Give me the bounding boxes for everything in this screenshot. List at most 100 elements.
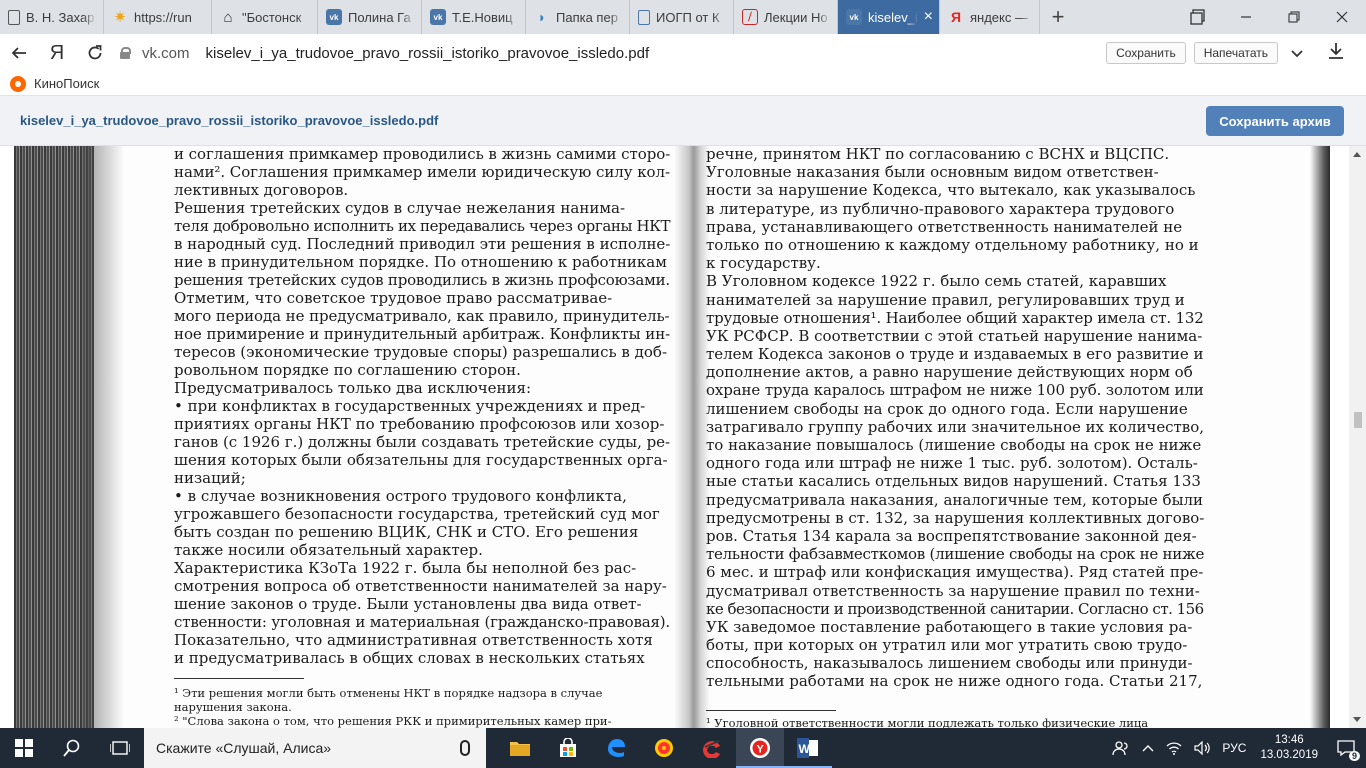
text-line: нанимателей за нарушение правил, регулир…	[706, 290, 1185, 309]
tab-10[interactable]: Яяндекс —	[940, 0, 1040, 34]
scroll-thumb[interactable]	[1354, 412, 1362, 428]
text-line: боты, при которых он утратил или мог утр…	[706, 636, 1188, 655]
yandex-browser-icon: Y	[750, 738, 770, 758]
text-line: лишением свободы на срок до одного года.…	[706, 399, 1188, 418]
tab-7[interactable]: ИОГП от К	[630, 0, 734, 34]
text-line: нами². Соглашения примкамер имели юридич…	[174, 163, 671, 181]
tab-strip: В. Н. Захар ✷ https://run ⌂ "Бостонск vk Полин…	[0, 0, 1366, 34]
notification-center-button[interactable]: 9	[1326, 728, 1366, 768]
pdf-viewer[interactable]: и соглашения примкамер проводились в жиз…	[0, 146, 1366, 728]
address-field[interactable]: vk.com kiselev_i_ya_trudovoe_pravo_rossi…	[120, 45, 649, 62]
right-page-text: речне, принятом НКТ по согласованию с ВС…	[706, 146, 1204, 691]
tabs-overview-icon[interactable]	[1174, 0, 1222, 34]
text-line: В Уголовном кодексе 1922 г. было семь ст…	[706, 272, 1167, 291]
network-icon[interactable]	[1160, 728, 1188, 768]
minimize-icon[interactable]	[1222, 0, 1270, 34]
taskbar-ccleaner[interactable]	[688, 728, 736, 768]
reload-button[interactable]	[76, 34, 114, 72]
vertical-scrollbar[interactable]	[1349, 146, 1366, 728]
windows-logo-icon	[15, 739, 33, 757]
print-button[interactable]: Напечатать	[1193, 42, 1278, 64]
text-line: права, устанавливающего ответственность …	[706, 217, 1183, 236]
tab-close-icon[interactable]: ×	[924, 8, 933, 26]
tab-title: ИОГП от К	[656, 9, 720, 25]
folder-icon	[510, 742, 530, 756]
text-line: способность, наказывалось лишением свобо…	[706, 654, 1193, 673]
tab-9[interactable]: vk kiselev_i ×	[838, 0, 940, 34]
text-line: и предусматривалась в общих словах в нес…	[174, 649, 645, 667]
text-line: ¹ Эти решения могли быть отменены НКТ в …	[174, 686, 603, 700]
language-indicator[interactable]: РУС	[1216, 728, 1252, 768]
text-line: Предусматривалось только два исключения:	[174, 379, 532, 397]
tab-3[interactable]: ⌂ "Бостонск	[212, 0, 318, 34]
search-button[interactable]	[48, 728, 96, 768]
text-line: трудовые отношения¹. Наиболее общий хара…	[706, 308, 1204, 327]
alice-search-box[interactable]: Скажите «Слушай, Алиса»	[144, 728, 486, 768]
clock[interactable]: 13:46 13.03.2019	[1252, 733, 1326, 763]
people-icon[interactable]	[1106, 728, 1136, 768]
volume-icon[interactable]	[1188, 728, 1216, 768]
scroll-down-icon[interactable]	[1353, 717, 1361, 722]
text-line: предусматривала наказания, аналогичные т…	[706, 490, 1204, 509]
task-view-icon	[110, 741, 130, 755]
building-icon: ⌂	[223, 8, 233, 26]
footnote-rule-left	[174, 678, 304, 679]
restore-icon[interactable]	[1270, 0, 1318, 34]
text-line: в народный суд. Последний приводил эти р…	[174, 235, 671, 253]
document-filename[interactable]: kiselev_i_ya_trudovoe_pravo_rossii_istor…	[20, 113, 438, 128]
taskbar-explorer[interactable]	[496, 728, 544, 768]
taskbar-edge[interactable]	[592, 728, 640, 768]
text-line: • при конфликтах в государственных учреж…	[174, 397, 646, 415]
sun-icon: ✷	[113, 9, 127, 26]
download-icon[interactable]	[1316, 42, 1356, 65]
chevron-down-icon[interactable]	[1286, 45, 1308, 61]
tab-title: Полина Га	[348, 9, 411, 25]
text-line: телем Кодекса законов о труде и издаваем…	[706, 345, 1204, 364]
text-line: смотрения вопроса об ответственности нан…	[174, 577, 667, 595]
taskbar-word[interactable]: W	[784, 728, 832, 768]
text-line: 6 мес. и штраф или конфискация имущества…	[706, 563, 1204, 582]
tab-4[interactable]: vk Полина Га	[318, 0, 422, 34]
task-view-button[interactable]	[96, 728, 144, 768]
text-line: и соглашения примкамер проводились в жиз…	[174, 146, 671, 163]
text-line: ности за нарушение Кодекса, что вытекало…	[706, 181, 1196, 200]
tab-8[interactable]: ⧸ Лекции Но	[734, 0, 838, 34]
text-line: теля добровольно исполнить их передавали…	[174, 217, 671, 235]
taskbar-yandex-browser[interactable]: Y	[736, 728, 784, 768]
save-page-button[interactable]: Сохранить	[1106, 42, 1186, 64]
back-arrow-icon	[11, 47, 26, 59]
text-line: то наказание повышалось (лишение свободы…	[706, 436, 1202, 454]
text-line: Показательно, что административная ответ…	[174, 631, 653, 649]
tab-5[interactable]: vk Т.Е.Новиц	[422, 0, 526, 34]
microphone-icon[interactable]	[460, 740, 470, 756]
close-icon[interactable]	[1318, 0, 1366, 34]
left-page-text: и соглашения примкамер проводились в жиз…	[174, 146, 670, 667]
tab-2[interactable]: ✷ https://run	[104, 0, 212, 34]
text-line: приятиях органы НКТ по требованию профсо…	[174, 415, 665, 433]
text-line: Отметим, что советское трудовое право ра…	[174, 289, 613, 307]
tab-1[interactable]: В. Н. Захар	[0, 0, 104, 34]
taskbar-yandex-music[interactable]	[640, 728, 688, 768]
start-button[interactable]	[0, 728, 48, 768]
cloud-icon: ◗	[537, 9, 547, 25]
text-line: одного года или штраф не ниже 1 тыс. руб…	[706, 454, 1198, 473]
text-line: угрожавшего безопасности государства, тр…	[174, 505, 660, 523]
new-tab-button[interactable]: +	[1040, 0, 1076, 34]
taskbar-store[interactable]	[544, 728, 592, 768]
text-line: также носили обязательный характер.	[174, 541, 483, 559]
back-button[interactable]	[0, 34, 38, 72]
tab-6[interactable]: ◗ Папка пер	[526, 0, 630, 34]
alice-search-placeholder: Скажите «Слушай, Алиса»	[156, 740, 332, 756]
tray-chevron-up-icon[interactable]	[1136, 728, 1160, 768]
text-line: в литературе, из публично-правового хара…	[706, 199, 1175, 218]
text-line: тельности фабзавместкомов (лишение свобо…	[706, 545, 1205, 564]
text-line: Уголовные наказания были основным видом …	[706, 163, 1159, 182]
bookmark-kinopoisk[interactable]: КиноПоиск	[34, 76, 99, 91]
notification-badge: 9	[1348, 751, 1360, 761]
text-line: охране труда каралось штрафом не ниже 10…	[706, 381, 1204, 400]
save-archive-button[interactable]: Сохранить архив	[1206, 106, 1344, 136]
yandex-home-button[interactable]: Я	[38, 34, 76, 72]
text-line: ние в принудительном порядке. По отношен…	[174, 253, 667, 271]
scroll-up-icon[interactable]	[1353, 152, 1361, 157]
text-line: ке безопасности и производственной санит…	[706, 599, 1204, 618]
